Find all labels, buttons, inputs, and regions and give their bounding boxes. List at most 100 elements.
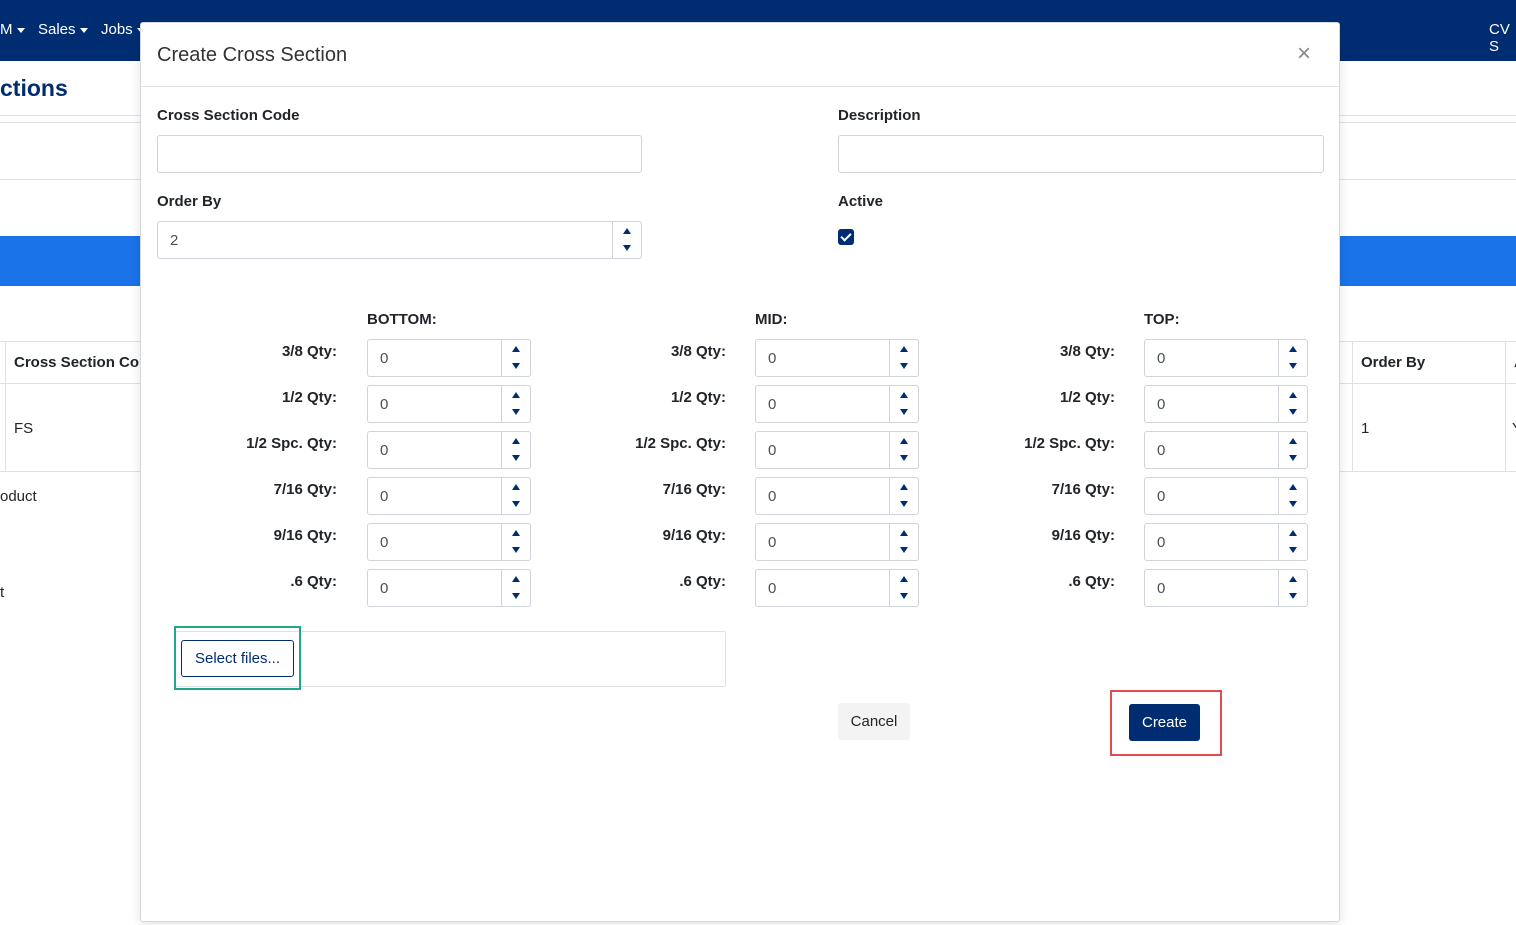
bottom-qty-input[interactable]: 0 bbox=[367, 339, 531, 377]
decrement-arrow-icon[interactable] bbox=[1279, 450, 1307, 468]
bottom-qty-label: 9/16 Qty: bbox=[273, 527, 337, 544]
order-by-label: Order By bbox=[157, 193, 222, 210]
top-qty-input[interactable]: 0 bbox=[1144, 385, 1308, 423]
decrement-arrow-icon[interactable] bbox=[1279, 404, 1307, 422]
mid-qty-input[interactable]: 0 bbox=[755, 339, 919, 377]
decrement-arrow-icon[interactable] bbox=[890, 404, 918, 422]
bottom-qty-label: 1/2 Spc. Qty: bbox=[246, 435, 337, 452]
mid-qty-input[interactable]: 0 bbox=[755, 385, 919, 423]
order-by-input[interactable]: 2 bbox=[157, 221, 642, 259]
cross-section-code-input[interactable] bbox=[157, 135, 642, 173]
bottom-qty-label: 1/2 Qty: bbox=[281, 389, 337, 406]
bottom-qty-input[interactable]: 0 bbox=[367, 431, 531, 469]
input-value: 0 bbox=[1157, 396, 1166, 413]
nav-item-crm[interactable]: M bbox=[0, 21, 25, 38]
mid-qty-label: 1/2 Spc. Qty: bbox=[635, 435, 726, 452]
decrement-arrow-icon[interactable] bbox=[502, 358, 530, 376]
divider bbox=[5, 342, 6, 472]
number-spinner bbox=[1278, 478, 1307, 514]
increment-arrow-icon[interactable] bbox=[890, 478, 918, 496]
increment-arrow-icon[interactable] bbox=[1279, 340, 1307, 358]
increment-arrow-icon[interactable] bbox=[890, 386, 918, 404]
nav-item-label: M bbox=[0, 21, 13, 38]
increment-arrow-icon[interactable] bbox=[502, 524, 530, 542]
active-checkbox[interactable] bbox=[838, 229, 854, 245]
top-qty-label: 1/2 Qty: bbox=[1059, 389, 1115, 406]
increment-arrow-icon[interactable] bbox=[890, 570, 918, 588]
decrement-arrow-icon[interactable] bbox=[890, 358, 918, 376]
top-qty-input[interactable]: 0 bbox=[1144, 431, 1308, 469]
increment-arrow-icon[interactable] bbox=[502, 340, 530, 358]
decrement-arrow-icon[interactable] bbox=[613, 240, 641, 258]
input-value: 0 bbox=[1157, 534, 1166, 551]
decrement-arrow-icon[interactable] bbox=[502, 496, 530, 514]
decrement-arrow-icon[interactable] bbox=[1279, 496, 1307, 514]
decrement-arrow-icon[interactable] bbox=[1279, 588, 1307, 606]
background-text: t bbox=[0, 584, 5, 601]
increment-arrow-icon[interactable] bbox=[890, 524, 918, 542]
increment-arrow-icon[interactable] bbox=[502, 386, 530, 404]
nav-item-sales[interactable]: Sales bbox=[38, 21, 88, 38]
decrement-arrow-icon[interactable] bbox=[890, 450, 918, 468]
bottom-qty-input[interactable]: 0 bbox=[367, 523, 531, 561]
mid-qty-input[interactable]: 0 bbox=[755, 431, 919, 469]
decrement-arrow-icon[interactable] bbox=[502, 450, 530, 468]
decrement-arrow-icon[interactable] bbox=[890, 542, 918, 560]
increment-arrow-icon[interactable] bbox=[502, 478, 530, 496]
bottom-qty-input[interactable]: 0 bbox=[367, 477, 531, 515]
decrement-arrow-icon[interactable] bbox=[502, 588, 530, 606]
increment-arrow-icon[interactable] bbox=[1279, 432, 1307, 450]
increment-arrow-icon[interactable] bbox=[1279, 524, 1307, 542]
cross-section-code-label: Cross Section Code bbox=[157, 107, 300, 124]
bottom-qty-input[interactable]: 0 bbox=[367, 385, 531, 423]
input-value: 0 bbox=[380, 534, 389, 551]
number-spinner bbox=[501, 432, 530, 468]
input-value: 0 bbox=[1157, 350, 1166, 367]
decrement-arrow-icon[interactable] bbox=[890, 588, 918, 606]
description-input[interactable] bbox=[838, 135, 1324, 173]
mid-qty-input[interactable]: 0 bbox=[755, 477, 919, 515]
table-cell: Y bbox=[1512, 420, 1516, 437]
top-qty-input[interactable]: 0 bbox=[1144, 477, 1308, 515]
bottom-qty-input[interactable]: 0 bbox=[367, 569, 531, 607]
mid-qty-label: 7/16 Qty: bbox=[662, 481, 726, 498]
number-spinner bbox=[889, 340, 918, 376]
top-qty-input[interactable]: 0 bbox=[1144, 569, 1308, 607]
increment-arrow-icon[interactable] bbox=[502, 570, 530, 588]
top-qty-label: 1/2 Spc. Qty: bbox=[1024, 435, 1115, 452]
highlight-box bbox=[1110, 690, 1222, 756]
column-header-order-by[interactable]: Order By bbox=[1361, 354, 1425, 371]
increment-arrow-icon[interactable] bbox=[890, 432, 918, 450]
nav-item-jobs[interactable]: Jobs bbox=[101, 21, 145, 38]
increment-arrow-icon[interactable] bbox=[502, 432, 530, 450]
decrement-arrow-icon[interactable] bbox=[890, 496, 918, 514]
increment-arrow-icon[interactable] bbox=[1279, 570, 1307, 588]
input-value: 0 bbox=[768, 350, 777, 367]
decrement-arrow-icon[interactable] bbox=[1279, 542, 1307, 560]
modal-header: Create Cross Section × bbox=[141, 23, 1339, 87]
column-header-code[interactable]: Cross Section Co bbox=[14, 354, 139, 371]
increment-arrow-icon[interactable] bbox=[613, 222, 641, 240]
increment-arrow-icon[interactable] bbox=[1279, 386, 1307, 404]
cancel-button[interactable]: Cancel bbox=[838, 703, 910, 740]
increment-arrow-icon[interactable] bbox=[890, 340, 918, 358]
page-title: ctions bbox=[0, 75, 68, 101]
description-label: Description bbox=[838, 107, 921, 124]
top-qty-input[interactable]: 0 bbox=[1144, 339, 1308, 377]
bottom-qty-label: 3/8 Qty: bbox=[281, 343, 337, 360]
decrement-arrow-icon[interactable] bbox=[502, 404, 530, 422]
input-value: 0 bbox=[768, 580, 777, 597]
input-value: 0 bbox=[380, 580, 389, 597]
mid-qty-input[interactable]: 0 bbox=[755, 523, 919, 561]
chevron-down-icon bbox=[16, 27, 25, 33]
top-qty-input[interactable]: 0 bbox=[1144, 523, 1308, 561]
close-icon[interactable]: × bbox=[1297, 40, 1311, 68]
decrement-arrow-icon[interactable] bbox=[1279, 358, 1307, 376]
mid-qty-input[interactable]: 0 bbox=[755, 569, 919, 607]
increment-arrow-icon[interactable] bbox=[1279, 478, 1307, 496]
number-spinner bbox=[1278, 432, 1307, 468]
nav-user-menu[interactable]: CV S bbox=[1489, 21, 1516, 55]
bottom-qty-label: .6 Qty: bbox=[290, 573, 337, 590]
number-spinner bbox=[889, 570, 918, 606]
decrement-arrow-icon[interactable] bbox=[502, 542, 530, 560]
